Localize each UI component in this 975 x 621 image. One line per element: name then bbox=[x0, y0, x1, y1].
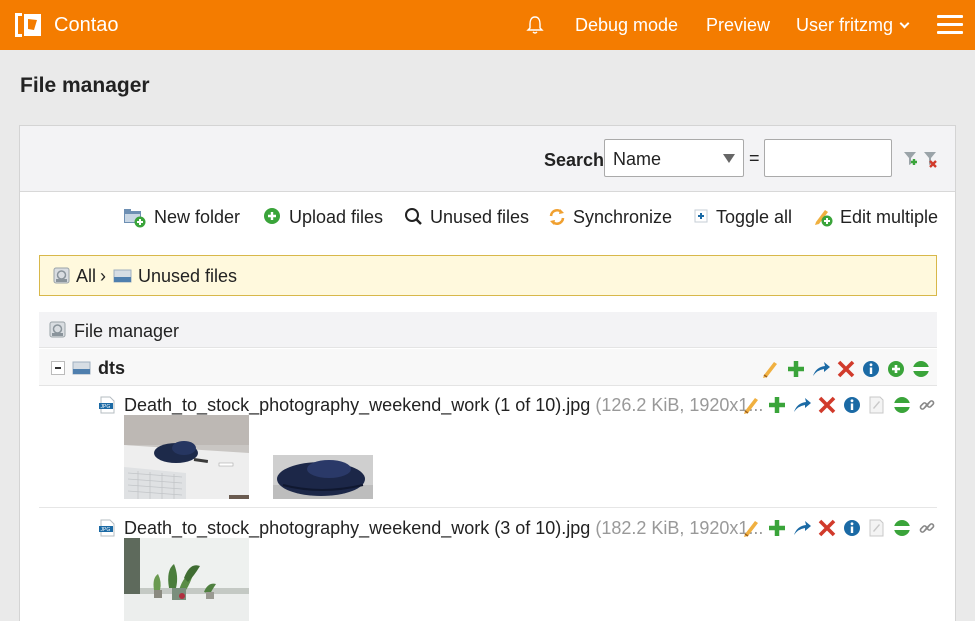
search-field-value: Name bbox=[613, 149, 662, 169]
delete-icon[interactable] bbox=[836, 359, 856, 379]
search-field-select[interactable]: Name bbox=[604, 139, 744, 177]
brand-name[interactable]: Contao bbox=[54, 14, 119, 37]
edit-pencil-icon[interactable] bbox=[761, 359, 781, 379]
sync-bar-icon[interactable] bbox=[911, 359, 931, 379]
breadcrumb: All › Unused files bbox=[39, 255, 937, 296]
toggle-plus-icon bbox=[694, 209, 708, 223]
folder-row: dts bbox=[39, 349, 937, 386]
move-arrow-icon[interactable] bbox=[792, 518, 812, 538]
tree-root-row: File manager bbox=[39, 312, 937, 348]
breadcrumb-all-link[interactable]: All bbox=[76, 266, 96, 287]
filter-bar: Search: Name = bbox=[20, 126, 955, 192]
edit-pencil-icon[interactable] bbox=[742, 518, 762, 538]
search-label: Search: bbox=[544, 150, 611, 170]
add-plus-icon[interactable] bbox=[767, 518, 787, 538]
filemanager-root-icon bbox=[53, 267, 70, 284]
file-name-link[interactable]: Death_to_stock_photography_weekend_work … bbox=[124, 395, 763, 416]
synchronize-button[interactable]: Synchronize bbox=[547, 205, 673, 231]
image-thumbnail[interactable] bbox=[124, 538, 249, 621]
user-menu[interactable]: User fritzmg bbox=[796, 15, 910, 36]
new-folder-label: New folder bbox=[154, 207, 241, 227]
jpg-file-icon: JPG bbox=[99, 519, 115, 537]
new-folder-icon bbox=[124, 209, 146, 228]
edit-pencil-icon[interactable] bbox=[742, 395, 762, 415]
edit-multiple-label: Edit multiple bbox=[840, 207, 939, 227]
edit-source-icon[interactable] bbox=[867, 395, 887, 415]
filemanager-root-icon bbox=[49, 321, 66, 338]
folder-operations bbox=[761, 359, 931, 379]
add-plus-icon[interactable] bbox=[767, 395, 787, 415]
contao-logo-icon[interactable] bbox=[12, 11, 44, 39]
edit-multiple-icon bbox=[815, 210, 833, 227]
equals-sign: = bbox=[749, 148, 760, 168]
file-row: JPG Death_to_stock_photography_weekend_w… bbox=[39, 509, 937, 621]
add-plus-icon[interactable] bbox=[786, 359, 806, 379]
upload-plus-icon[interactable] bbox=[886, 359, 906, 379]
breadcrumb-separator: › bbox=[100, 266, 106, 286]
upload-plus-icon bbox=[264, 208, 280, 224]
sync-icon bbox=[549, 209, 565, 225]
move-arrow-icon[interactable] bbox=[811, 359, 831, 379]
toggle-all-button[interactable]: Toggle all bbox=[693, 205, 793, 231]
edit-source-icon[interactable] bbox=[867, 518, 887, 538]
image-thumbnail[interactable] bbox=[273, 455, 373, 499]
user-menu-label: User fritzmg bbox=[796, 15, 894, 35]
delete-icon[interactable] bbox=[817, 518, 837, 538]
hamburger-menu-icon[interactable] bbox=[937, 15, 963, 35]
file-manager-panel: Search: Name = New folder Upload files U… bbox=[19, 125, 956, 621]
clear-filter-icon[interactable] bbox=[902, 150, 942, 170]
search-input[interactable] bbox=[764, 139, 892, 177]
bell-icon[interactable] bbox=[526, 15, 544, 35]
jpg-file-icon: JPG bbox=[99, 396, 115, 414]
collapse-toggle-icon[interactable] bbox=[51, 361, 65, 375]
file-row: JPG Death_to_stock_photography_weekend_w… bbox=[39, 386, 937, 508]
file-name-link[interactable]: Death_to_stock_photography_weekend_work … bbox=[124, 518, 763, 539]
link-icon[interactable] bbox=[917, 518, 937, 538]
link-icon[interactable] bbox=[917, 395, 937, 415]
folder-icon bbox=[72, 361, 91, 375]
header-bar: Contao Debug mode Preview User fritzmg bbox=[0, 0, 975, 50]
svg-text:JPG: JPG bbox=[101, 404, 111, 410]
magnifier-icon bbox=[405, 208, 422, 225]
image-thumbnail[interactable] bbox=[124, 415, 249, 499]
tree-root-label: File manager bbox=[74, 321, 180, 341]
svg-text:JPG: JPG bbox=[101, 527, 111, 533]
upload-files-label: Upload files bbox=[289, 207, 384, 227]
edit-multiple-button[interactable]: Edit multiple bbox=[813, 205, 938, 231]
upload-files-button[interactable]: Upload files bbox=[263, 205, 383, 231]
file-name: Death_to_stock_photography_weekend_work … bbox=[124, 395, 591, 415]
preview-link[interactable]: Preview bbox=[706, 15, 770, 36]
file-name: Death_to_stock_photography_weekend_work … bbox=[124, 518, 591, 538]
file-operations bbox=[742, 395, 935, 415]
page-title: File manager bbox=[20, 74, 150, 97]
toggle-all-label: Toggle all bbox=[716, 207, 793, 227]
chevron-down-icon bbox=[899, 18, 910, 29]
move-arrow-icon[interactable] bbox=[792, 395, 812, 415]
debug-mode-link[interactable]: Debug mode bbox=[575, 15, 678, 36]
global-actions: New folder Upload files Unused files Syn… bbox=[20, 205, 955, 233]
file-operations bbox=[742, 518, 935, 538]
info-icon[interactable] bbox=[842, 518, 862, 538]
sync-bar-icon[interactable] bbox=[892, 395, 912, 415]
file-meta: (182.2 KiB, 1920x1... bbox=[595, 518, 764, 538]
breadcrumb-current: Unused files bbox=[138, 266, 238, 286]
dropdown-arrow-icon bbox=[723, 154, 735, 163]
new-folder-button[interactable]: New folder bbox=[123, 205, 241, 231]
info-icon[interactable] bbox=[861, 359, 881, 379]
info-icon[interactable] bbox=[842, 395, 862, 415]
file-meta: (126.2 KiB, 1920x1... bbox=[595, 395, 764, 415]
sync-bar-icon[interactable] bbox=[892, 518, 912, 538]
folder-name[interactable]: dts bbox=[98, 358, 125, 379]
unused-files-button[interactable]: Unused files bbox=[404, 205, 530, 231]
folder-icon bbox=[113, 269, 132, 283]
delete-icon[interactable] bbox=[817, 395, 837, 415]
unused-files-label: Unused files bbox=[430, 207, 530, 227]
synchronize-label: Synchronize bbox=[573, 207, 673, 227]
